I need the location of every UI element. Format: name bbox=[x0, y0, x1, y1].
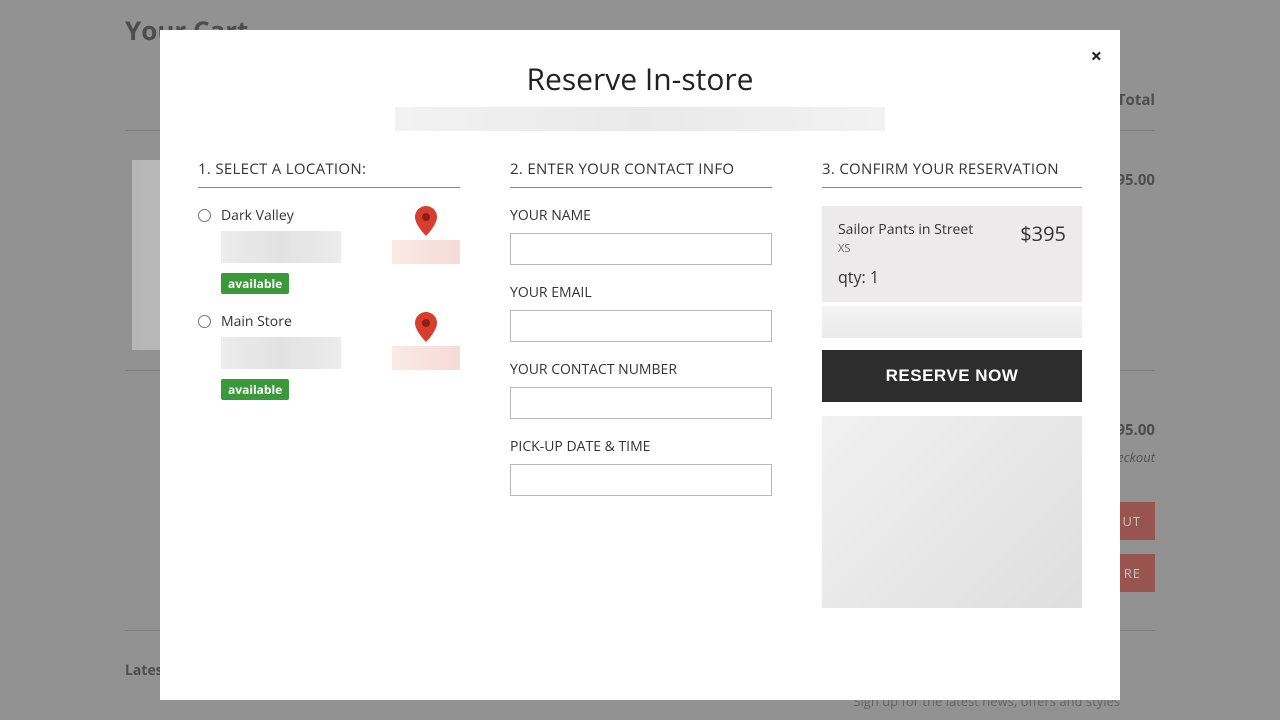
summary-placeholder bbox=[822, 306, 1082, 338]
info-placeholder bbox=[822, 416, 1082, 608]
reservation-summary: Sailor Pants in Street XS qty: 1 $395 bbox=[822, 206, 1082, 302]
phone-label: YOUR CONTACT NUMBER bbox=[510, 360, 772, 379]
reserve-now-button[interactable]: RESERVE NOW bbox=[822, 350, 1082, 402]
status-badge: available bbox=[221, 379, 289, 400]
modal-title: Reserve In-store bbox=[160, 58, 1120, 99]
step-2-heading: 2. ENTER YOUR CONTACT INFO bbox=[510, 159, 772, 188]
phone-input[interactable] bbox=[510, 387, 772, 419]
contact-info-section: 2. ENTER YOUR CONTACT INFO YOUR NAME YOU… bbox=[510, 159, 772, 608]
summary-price: $395 bbox=[1020, 220, 1066, 247]
step-1-heading: 1. SELECT A LOCATION: bbox=[198, 159, 460, 188]
subtitle-placeholder bbox=[395, 107, 885, 131]
summary-product: Sailor Pants in Street bbox=[838, 220, 973, 239]
name-input[interactable] bbox=[510, 233, 772, 265]
pickup-label: PICK-UP DATE & TIME bbox=[510, 437, 772, 456]
close-icon[interactable]: × bbox=[1091, 42, 1102, 69]
step-3-heading: 3. CONFIRM YOUR RESERVATION bbox=[822, 159, 1082, 188]
location-hours-placeholder bbox=[392, 240, 460, 264]
map-pin-icon bbox=[415, 206, 437, 236]
reserve-modal: × Reserve In-store 1. SELECT A LOCATION:… bbox=[160, 30, 1120, 700]
location-option[interactable]: Dark Valley available bbox=[198, 206, 460, 294]
location-address-placeholder bbox=[221, 231, 341, 263]
status-badge: available bbox=[221, 273, 289, 294]
summary-variant: XS bbox=[838, 241, 973, 256]
summary-qty: qty: 1 bbox=[838, 266, 973, 288]
location-option[interactable]: Main Store available bbox=[198, 312, 460, 400]
confirm-section: 3. CONFIRM YOUR RESERVATION Sailor Pants… bbox=[822, 159, 1082, 608]
select-location-section: 1. SELECT A LOCATION: Dark Valley availa… bbox=[198, 159, 460, 608]
location-hours-placeholder bbox=[392, 346, 460, 370]
email-input[interactable] bbox=[510, 310, 772, 342]
location-address-placeholder bbox=[221, 337, 341, 369]
pickup-input[interactable] bbox=[510, 464, 772, 496]
name-label: YOUR NAME bbox=[510, 206, 772, 225]
map-pin-icon bbox=[415, 312, 437, 342]
location-radio[interactable] bbox=[198, 315, 211, 328]
location-radio[interactable] bbox=[198, 209, 211, 222]
email-label: YOUR EMAIL bbox=[510, 283, 772, 302]
location-name: Dark Valley bbox=[221, 206, 382, 225]
location-name: Main Store bbox=[221, 312, 382, 331]
